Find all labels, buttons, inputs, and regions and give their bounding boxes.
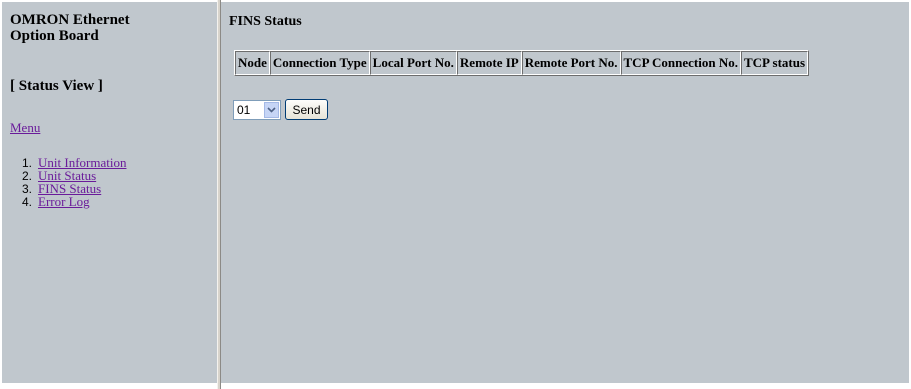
page-title: FINS Status — [229, 14, 302, 29]
table-header-row: Node Connection Type Local Port No. Remo… — [235, 51, 809, 75]
column-header-node: Node — [235, 51, 270, 75]
content-frame: FINS Status Node Connection Type Local P… — [221, 0, 911, 385]
brand-title: OMRON Ethernet Option Board — [10, 12, 210, 44]
nav-item-number: 4. — [21, 195, 32, 209]
column-header-tcp-status: TCP status — [741, 51, 809, 75]
node-select[interactable]: 01 — [233, 100, 281, 120]
fins-status-table: Node Connection Type Local Port No. Remo… — [234, 50, 810, 76]
nav-list: 1. Unit Information 2. Unit Status 3. FINS … — [10, 156, 126, 209]
column-header-connection-type: Connection Type — [269, 51, 370, 75]
nav-link-error-log[interactable]: Error Log — [38, 194, 90, 209]
chevron-down-glyph — [267, 107, 276, 113]
chevron-down-icon[interactable] — [264, 102, 279, 118]
menu-link[interactable]: Menu — [10, 120, 40, 136]
send-button[interactable]: Send — [285, 99, 328, 120]
brand-line-2: Option Board — [10, 28, 99, 44]
column-header-remote-ip: Remote IP — [456, 51, 522, 75]
column-header-remote-port: Remote Port No. — [521, 51, 621, 75]
column-header-tcp-connection-no: TCP Connection No. — [620, 51, 741, 75]
brand-line-1: OMRON Ethernet — [10, 12, 130, 28]
view-title: [ Status View ] — [10, 78, 103, 94]
frameset: OMRON Ethernet Option Board [ Status Vie… — [0, 0, 911, 389]
column-header-local-port: Local Port No. — [369, 51, 457, 75]
node-select-value: 01 — [237, 103, 251, 117]
nav-item-error-log: 4. Error Log — [10, 194, 126, 209]
navigation-frame: OMRON Ethernet Option Board [ Status Vie… — [0, 0, 217, 385]
